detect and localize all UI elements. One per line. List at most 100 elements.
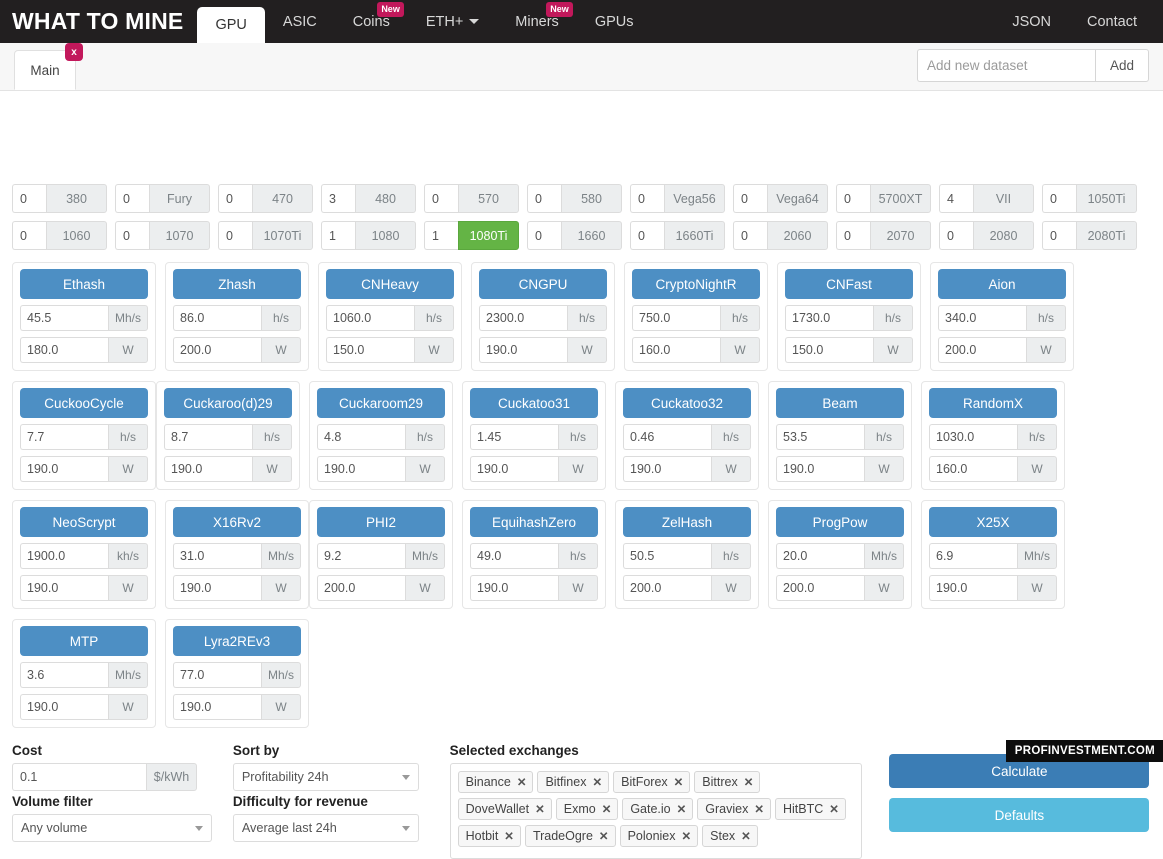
algo-hashrate-input[interactable] xyxy=(623,543,711,569)
gpu-model-label-1070[interactable]: 1070 xyxy=(149,221,210,250)
remove-icon[interactable]: ✕ xyxy=(602,802,612,816)
exchange-chip-bitfinex[interactable]: Bitfinex✕ xyxy=(537,771,609,793)
remove-icon[interactable]: ✕ xyxy=(682,829,692,843)
algo-power-input[interactable] xyxy=(317,575,405,601)
gpu-qty-input-1660[interactable] xyxy=(527,221,561,250)
algo-title-button[interactable]: RandomX xyxy=(929,388,1057,418)
algo-hashrate-input[interactable] xyxy=(173,662,261,688)
algo-power-input[interactable] xyxy=(470,456,558,482)
gpu-model-label-1080[interactable]: 1080 xyxy=(355,221,416,250)
algo-power-input[interactable] xyxy=(20,694,108,720)
remove-icon[interactable]: ✕ xyxy=(744,775,754,789)
algo-title-button[interactable]: Beam xyxy=(776,388,904,418)
nav-link-json[interactable]: JSON xyxy=(994,0,1069,43)
algo-power-input[interactable] xyxy=(20,456,108,482)
remove-icon[interactable]: ✕ xyxy=(754,802,764,816)
algo-power-input[interactable] xyxy=(173,694,261,720)
algo-title-button[interactable]: ProgPow xyxy=(776,507,904,537)
algo-title-button[interactable]: Zhash xyxy=(173,269,301,299)
remove-icon[interactable]: ✕ xyxy=(674,775,684,789)
algo-hashrate-input[interactable] xyxy=(623,424,711,450)
gpu-qty-input-1660ti[interactable] xyxy=(630,221,664,250)
exchange-chip-bittrex[interactable]: Bittrex✕ xyxy=(694,771,760,793)
algo-power-input[interactable] xyxy=(326,337,414,363)
exchange-chip-gate-io[interactable]: Gate.io✕ xyxy=(622,798,693,820)
algo-title-button[interactable]: Cuckatoo32 xyxy=(623,388,751,418)
algo-title-button[interactable]: MTP xyxy=(20,626,148,656)
gpu-model-label-580[interactable]: 580 xyxy=(561,184,622,213)
remove-icon[interactable]: ✕ xyxy=(517,775,527,789)
gpu-model-label-fury[interactable]: Fury xyxy=(149,184,210,213)
algo-hashrate-input[interactable] xyxy=(164,424,252,450)
algo-power-input[interactable] xyxy=(173,337,261,363)
algo-power-input[interactable] xyxy=(173,575,261,601)
algo-hashrate-input[interactable] xyxy=(173,543,261,569)
remove-icon[interactable]: ✕ xyxy=(592,775,602,789)
algo-hashrate-input[interactable] xyxy=(173,305,261,331)
gpu-qty-input-2080ti[interactable] xyxy=(1042,221,1076,250)
gpu-model-label-vega64[interactable]: Vega64 xyxy=(767,184,828,213)
gpu-model-label-2080[interactable]: 2080 xyxy=(973,221,1034,250)
algo-title-button[interactable]: Ethash xyxy=(20,269,148,299)
add-dataset-button[interactable]: Add xyxy=(1095,49,1149,82)
algo-power-input[interactable] xyxy=(20,337,108,363)
defaults-button[interactable]: Defaults xyxy=(889,798,1149,832)
algo-title-button[interactable]: Cuckatoo31 xyxy=(470,388,598,418)
algo-power-input[interactable] xyxy=(938,337,1026,363)
new-dataset-input[interactable] xyxy=(917,49,1095,82)
exchange-chip-tradeogre[interactable]: TradeOgre✕ xyxy=(525,825,616,847)
remove-icon[interactable]: ✕ xyxy=(599,829,609,843)
gpu-qty-input-380[interactable] xyxy=(12,184,46,213)
gpu-qty-input-1050ti[interactable] xyxy=(1042,184,1076,213)
brand-logo[interactable]: WHAT TO MINE xyxy=(0,0,197,43)
gpu-qty-input-5700xt[interactable] xyxy=(836,184,870,213)
cost-input[interactable] xyxy=(12,763,146,791)
gpu-qty-input-1070[interactable] xyxy=(115,221,149,250)
remove-icon[interactable]: ✕ xyxy=(677,802,687,816)
close-icon[interactable]: x xyxy=(65,43,83,61)
algo-title-button[interactable]: ZelHash xyxy=(623,507,751,537)
exchange-chip-dovewallet[interactable]: DoveWallet✕ xyxy=(458,798,552,820)
exchange-chip-binance[interactable]: Binance✕ xyxy=(458,771,534,793)
nav-item-miners[interactable]: MinersNew xyxy=(497,0,577,43)
gpu-qty-input-580[interactable] xyxy=(527,184,561,213)
algo-power-input[interactable] xyxy=(632,337,720,363)
exchange-chip-hitbtc[interactable]: HitBTC✕ xyxy=(775,798,846,820)
gpu-qty-input-2080[interactable] xyxy=(939,221,973,250)
algo-hashrate-input[interactable] xyxy=(317,424,405,450)
gpu-qty-input-480[interactable] xyxy=(321,184,355,213)
gpu-qty-input-1070ti[interactable] xyxy=(218,221,252,250)
gpu-model-label-1660ti[interactable]: 1660Ti xyxy=(664,221,725,250)
algo-title-button[interactable]: CNFast xyxy=(785,269,913,299)
algo-hashrate-input[interactable] xyxy=(317,543,405,569)
remove-icon[interactable]: ✕ xyxy=(741,829,751,843)
gpu-qty-input-2060[interactable] xyxy=(733,221,767,250)
exchange-chip-exmo[interactable]: Exmo✕ xyxy=(556,798,619,820)
exchange-chip-bitforex[interactable]: BitForex✕ xyxy=(613,771,690,793)
algo-hashrate-input[interactable] xyxy=(785,305,873,331)
gpu-model-label-2080ti[interactable]: 2080Ti xyxy=(1076,221,1137,250)
algo-hashrate-input[interactable] xyxy=(929,543,1017,569)
algo-title-button[interactable]: Cuckaroom29 xyxy=(317,388,445,418)
remove-icon[interactable]: ✕ xyxy=(829,802,839,816)
nav-item-coins[interactable]: CoinsNew xyxy=(335,0,408,43)
gpu-qty-input-vega56[interactable] xyxy=(630,184,664,213)
algo-hashrate-input[interactable] xyxy=(479,305,567,331)
algo-hashrate-input[interactable] xyxy=(326,305,414,331)
algo-power-input[interactable] xyxy=(929,575,1017,601)
algo-title-button[interactable]: CryptoNightR xyxy=(632,269,760,299)
volume-filter-select[interactable]: Any volume xyxy=(12,814,212,842)
algo-power-input[interactable] xyxy=(317,456,405,482)
algo-hashrate-input[interactable] xyxy=(20,543,108,569)
gpu-qty-input-vega64[interactable] xyxy=(733,184,767,213)
exchange-chip-stex[interactable]: Stex✕ xyxy=(702,825,758,847)
algo-title-button[interactable]: EquihashZero xyxy=(470,507,598,537)
algo-hashrate-input[interactable] xyxy=(632,305,720,331)
nav-link-contact[interactable]: Contact xyxy=(1069,0,1155,43)
algo-power-input[interactable] xyxy=(776,575,864,601)
gpu-model-label-380[interactable]: 380 xyxy=(46,184,107,213)
gpu-model-label-5700xt[interactable]: 5700XT xyxy=(870,184,931,213)
gpu-qty-input-570[interactable] xyxy=(424,184,458,213)
algo-power-input[interactable] xyxy=(929,456,1017,482)
algo-title-button[interactable]: CuckooCycle xyxy=(20,388,148,418)
